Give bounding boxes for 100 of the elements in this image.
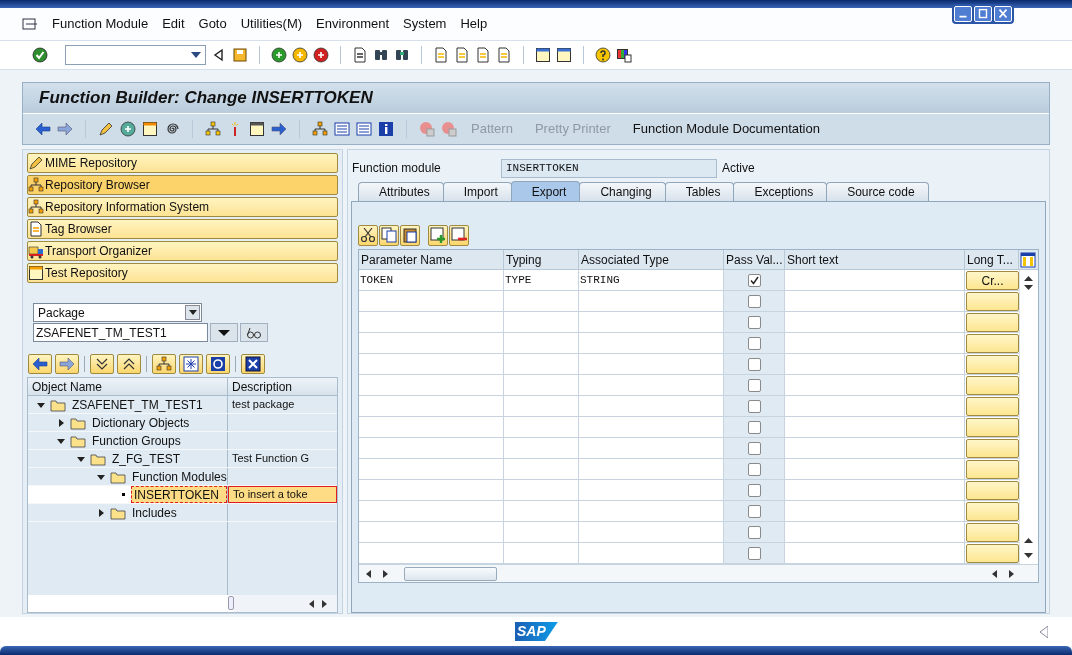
tree-node[interactable]: ZSAFENET_TM_TEST1 [70,395,205,414]
long-text-button[interactable] [966,480,1019,500]
vertical-scrollbar[interactable] [1019,270,1036,564]
display-button[interactable] [240,323,268,342]
tab[interactable]: Attributes [358,182,444,201]
tab[interactable]: Source code [826,182,929,201]
menu-icon[interactable] [22,17,38,31]
spiral-icon[interactable] [164,121,180,137]
page-icon[interactable] [475,47,491,63]
info-icon[interactable] [378,121,394,137]
pass-value-checkbox[interactable] [747,525,761,539]
check-icon[interactable] [32,47,48,63]
tree-toolbar-button[interactable] [90,354,114,374]
menu-item[interactable]: Goto [198,14,227,34]
long-text-button[interactable] [966,354,1019,374]
tree-node[interactable]: Z_FG_TEST [110,449,182,468]
scroll-down-icon[interactable] [1023,553,1033,558]
scroll-up-icon[interactable] [1023,538,1033,543]
pass-value-checkbox[interactable] [747,441,761,455]
navigation-button[interactable]: Transport Organizer [27,241,338,261]
pass-value-checkbox[interactable] [747,273,761,287]
column-header[interactable]: Parameter Name [359,250,504,269]
page-icon[interactable] [433,47,449,63]
close-icon[interactable] [994,6,1012,22]
scroll-right-icon[interactable] [322,599,327,608]
menu-item[interactable]: Environment [316,14,390,34]
tab[interactable]: Changing [579,182,666,201]
back-arrow-icon[interactable] [35,121,51,137]
pencil-icon[interactable] [98,121,114,137]
tab[interactable]: Import [442,182,512,201]
table-toolbar-button[interactable] [358,224,378,246]
window-icon[interactable] [142,121,158,137]
window-icon[interactable] [556,47,572,63]
column-header[interactable]: Description [228,378,337,395]
tree-toolbar-button[interactable] [117,354,141,374]
pass-value-checkbox[interactable] [747,357,761,371]
long-text-button[interactable] [966,312,1019,332]
long-text-button[interactable] [966,417,1019,437]
scroll-right-icon[interactable] [383,569,388,578]
menu-item[interactable]: Help [460,14,488,34]
column-header[interactable]: Typing [504,250,579,269]
tab[interactable]: Export [510,181,581,201]
pass-value-checkbox[interactable] [747,315,761,329]
table-cell[interactable]: STRING [580,271,620,289]
page-icon[interactable] [454,47,470,63]
toolbar-button[interactable]: Function Module Documentation [624,119,828,139]
navigation-button[interactable]: Tag Browser [27,219,338,239]
table-toolbar-button[interactable] [449,224,469,246]
expand-arrow-icon[interactable] [96,507,106,518]
maximize-icon[interactable] [974,6,992,22]
binoculars-icon[interactable] [394,47,410,63]
object-name-field[interactable]: ZSAFENET_TM_TEST1 [33,323,208,342]
table-toolbar-button[interactable] [379,224,399,246]
pass-value-checkbox[interactable] [747,378,761,392]
function-module-field[interactable]: INSERTTOKEN [501,158,717,178]
column-header[interactable]: Associated Type [579,250,724,269]
long-text-button[interactable]: Cr... [966,270,1019,290]
tree-node[interactable]: Includes [130,503,179,522]
scroll-left-icon[interactable] [992,569,997,578]
binoculars-icon[interactable] [373,47,389,63]
command-field[interactable] [65,45,206,65]
scroll-right-icon[interactable] [1009,569,1014,578]
window-icon[interactable] [535,47,551,63]
tree-node[interactable]: Dictionary Objects [90,413,192,432]
column-header[interactable]: Object Name [28,378,228,395]
menu-item[interactable]: Function Module [52,14,149,34]
pass-value-checkbox[interactable] [747,399,761,413]
hierarchy-icon[interactable] [205,121,221,137]
pass-value-checkbox[interactable] [747,336,761,350]
long-text-button[interactable] [966,438,1019,458]
long-text-button[interactable] [966,375,1019,395]
navigation-button[interactable]: Repository Information System [27,197,338,217]
long-text-button[interactable] [966,396,1019,416]
tree-node[interactable]: Function Modules [130,467,229,486]
table-toolbar-button[interactable] [400,224,420,246]
minimize-icon[interactable] [954,6,972,22]
table-cell[interactable]: TYPE [505,271,532,289]
menu-item[interactable]: Utilities(M) [240,14,303,34]
scroll-left-icon[interactable] [309,599,314,608]
list-icon[interactable] [356,121,372,137]
pass-value-checkbox[interactable] [747,462,761,476]
tree-node[interactable]: INSERTTOKEN [131,486,227,503]
pass-value-checkbox[interactable] [747,546,761,560]
object-type-dropdown[interactable]: Package [33,303,202,322]
pass-value-checkbox[interactable] [747,294,761,308]
arrows-icon[interactable] [271,121,287,137]
column-header[interactable]: Short text [785,250,965,269]
pass-value-checkbox[interactable] [747,483,761,497]
long-text-button[interactable] [966,333,1019,353]
column-header[interactable]: Long T... [965,250,1019,269]
help-icon[interactable] [595,47,611,63]
forward-arrow-icon[interactable] [57,121,73,137]
tree-toolbar-button[interactable] [28,354,52,374]
page-icon[interactable] [496,47,512,63]
pass-value-checkbox[interactable] [747,504,761,518]
navigation-button[interactable]: MIME Repository [27,153,338,173]
navigation-button[interactable]: Test Repository [27,263,338,283]
menu-item[interactable]: Edit [162,14,185,34]
tab[interactable]: Exceptions [733,182,828,201]
tab[interactable]: Tables [664,182,735,201]
